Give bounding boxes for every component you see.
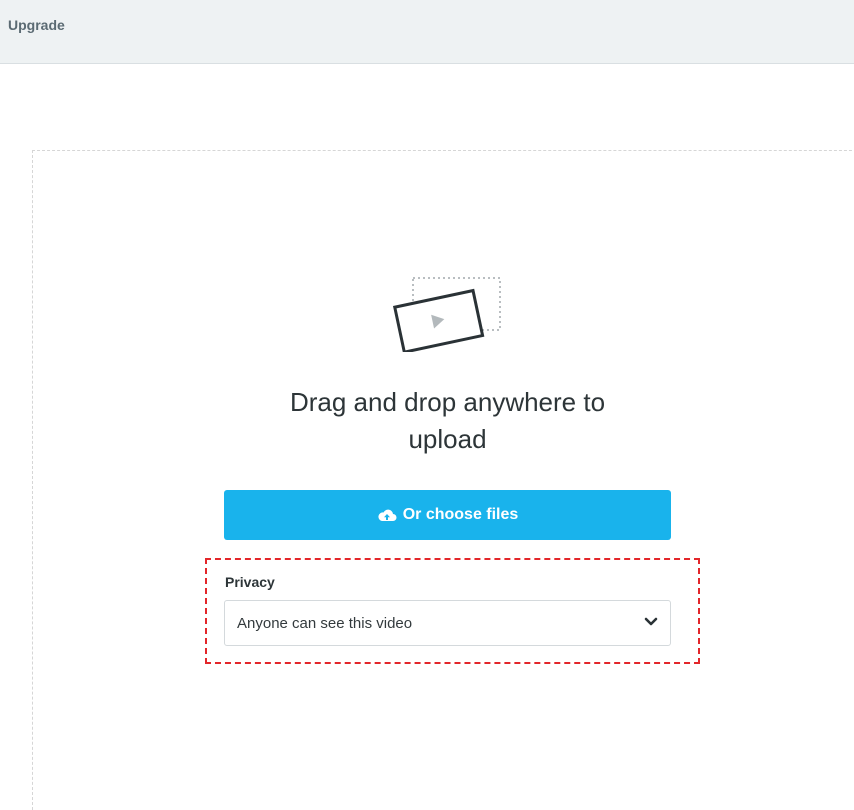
cloud-upload-icon <box>378 509 397 521</box>
video-upload-icon <box>392 277 501 352</box>
privacy-select[interactable]: Anyone can see this video <box>224 600 671 646</box>
upgrade-link[interactable]: Upgrade <box>8 17 65 33</box>
drop-zone[interactable] <box>32 150 854 810</box>
top-bar: Upgrade <box>0 0 854 64</box>
privacy-selected-value: Anyone can see this video <box>237 615 413 632</box>
drag-drop-headline: Drag and drop anywhere to upload <box>225 384 670 458</box>
chevron-down-icon <box>644 617 658 626</box>
choose-files-label: Or choose files <box>402 506 519 523</box>
privacy-label: Privacy <box>225 574 275 590</box>
headline-line-1: Drag and drop anywhere to <box>289 387 606 417</box>
headline-line-2: upload <box>408 424 487 454</box>
choose-files-button[interactable]: Or choose files <box>224 490 671 540</box>
